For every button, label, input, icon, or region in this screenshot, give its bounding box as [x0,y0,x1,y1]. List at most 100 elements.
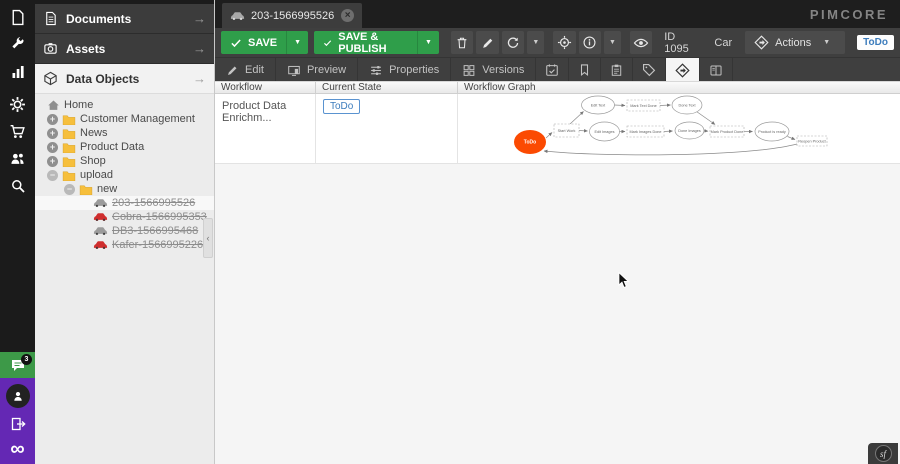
tab-workflow[interactable] [666,58,700,82]
tree-item-label: Product Data [80,141,144,153]
search-icon[interactable] [0,172,35,199]
tab-properties[interactable]: Properties [358,58,451,82]
save-button[interactable]: SAVE ▼ [221,31,308,54]
tab-schedule[interactable] [536,58,569,82]
save-button-main: SAVE [221,31,286,54]
tree-item-203-1566995526[interactable]: 203-1566995526 [35,196,214,210]
refresh-icon [506,36,520,50]
pimcore-logo: PIMCORE [810,7,888,22]
data-objects-tree: Home + Customer Management + News + Prod… [35,94,214,252]
column-header-current-state[interactable]: Current State [316,82,458,93]
accordion-assets[interactable]: Assets → [35,34,214,64]
close-icon[interactable]: × [341,9,354,22]
tab-edit[interactable]: Edit [215,58,276,82]
plus-icon[interactable]: + [47,114,58,125]
tab-notes[interactable] [569,58,601,82]
column-header-workflow-graph[interactable]: Workflow Graph [458,82,900,93]
tree-item-kafer-1566995226[interactable]: Kafer-1566995226 [35,238,214,252]
tab-tags[interactable] [633,58,666,82]
workflow-actions-button[interactable]: Actions ▼ [745,31,845,54]
panel-collapse-handle[interactable]: ‹ [203,218,213,258]
tab-bar: 203-1566995526 × PIMCORE [215,0,900,28]
tree-item-customer-management[interactable]: + Customer Management [35,112,214,126]
rename-button[interactable] [476,31,499,54]
workflow-graph: ToDo Start Work Edit Text Mark Text Done… [510,94,848,162]
object-tab-strip: Edit Preview Properties Versions [215,57,900,82]
workflow-graph-cell: ToDo Start Work Edit Text Mark Text Done… [458,94,900,163]
plus-icon[interactable]: + [47,128,58,139]
notifications-button[interactable]: 3 [0,352,35,378]
tree-item-new[interactable]: − new [35,182,214,196]
caret-down-icon: ▼ [294,39,301,46]
infinity-logo-icon[interactable]: ∞ [0,438,35,460]
save-publish-dropdown[interactable]: ▼ [417,31,439,54]
plus-icon[interactable]: + [47,156,58,167]
arrow-right-icon: → [193,41,206,56]
tree-item-shop[interactable]: + Shop [35,154,214,168]
check-icon [323,37,332,49]
folder-icon [79,184,93,195]
tree-item-product-data[interactable]: + Product Data [35,140,214,154]
graph-label: ToDo [524,140,536,146]
object-toolbar: SAVE ▼ SAVE & PUBLISH ▼ ▼ ▼ [215,28,900,57]
pimcore-admin-screen: { "brand": { "logo_text": "PIMCORE" }, "… [0,0,900,464]
tree-item-upload[interactable]: − upload [35,168,214,182]
caret-down-icon: ▼ [425,39,432,46]
profiler-toggle-button[interactable]: sf [868,443,898,464]
folder-icon [62,156,76,167]
rail-footer: ∞ [0,378,35,464]
info-button[interactable] [579,31,602,54]
user-avatar-icon[interactable] [6,384,30,408]
open-preview-button[interactable] [630,31,653,54]
minus-icon[interactable]: − [47,170,58,181]
save-publish-label: SAVE & PUBLISH [338,31,408,55]
plus-icon[interactable]: + [47,142,58,153]
reload-dropdown[interactable]: ▼ [527,31,544,54]
users-icon[interactable] [0,145,35,172]
folder-icon [62,170,76,181]
tab-versions[interactable]: Versions [451,58,536,82]
book-columns-icon [709,64,723,77]
tab-reports[interactable] [601,58,633,82]
camera-icon [43,41,58,56]
accordion-label: Assets [66,42,193,56]
minus-icon[interactable]: − [64,184,75,195]
reload-button[interactable] [502,31,525,54]
logout-button[interactable] [0,416,35,432]
tab-203-1566995526[interactable]: 203-1566995526 × [222,3,362,28]
workflow-name-cell: Product Data Enrichm... [215,94,316,163]
workflow-grid-row[interactable]: Product Data Enrichm... ToDo [215,94,900,164]
delete-button[interactable] [451,31,474,54]
actions-label: Actions [775,37,811,49]
tab-preview[interactable]: Preview [276,58,358,82]
column-header-workflow[interactable]: Workflow [215,82,316,93]
gear-icon[interactable] [0,91,35,118]
info-dropdown[interactable]: ▼ [604,31,621,54]
bar-chart-icon[interactable] [0,58,35,85]
workflow-name: Product Data Enrichm... [215,94,315,124]
wrench-icon[interactable] [0,31,35,58]
tab-translations[interactable] [700,58,733,82]
cart-icon[interactable] [0,118,35,145]
caret-down-icon: ▼ [609,39,616,46]
save-dropdown[interactable]: ▼ [286,31,308,54]
locate-in-tree-button[interactable] [553,31,576,54]
folder-icon [62,142,76,153]
mouse-cursor [618,272,630,294]
tree-item-home[interactable]: Home [35,98,214,112]
tree-item-label: Customer Management [80,113,195,125]
navigation-panel: Documents → Assets → Data Objects → Home… [35,0,215,464]
tree-item-cobra-1566995353[interactable]: Cobra-1566995353 [35,210,214,224]
tab-label: Versions [482,64,524,76]
document-icon [43,11,58,26]
tree-item-news[interactable]: + News [35,126,214,140]
folder-icon [62,128,76,139]
tree-item-db3-1566995468[interactable]: DB3-1566995468 [35,224,214,238]
accordion-data-objects[interactable]: Data Objects → [35,64,214,94]
save-publish-button[interactable]: SAVE & PUBLISH ▼ [314,31,439,54]
graph-label: Edit Images [594,130,614,134]
accordion-documents[interactable]: Documents → [35,4,214,34]
pencil-icon [481,36,495,50]
tree-item-label: Home [64,99,93,111]
document-icon[interactable] [0,4,35,31]
